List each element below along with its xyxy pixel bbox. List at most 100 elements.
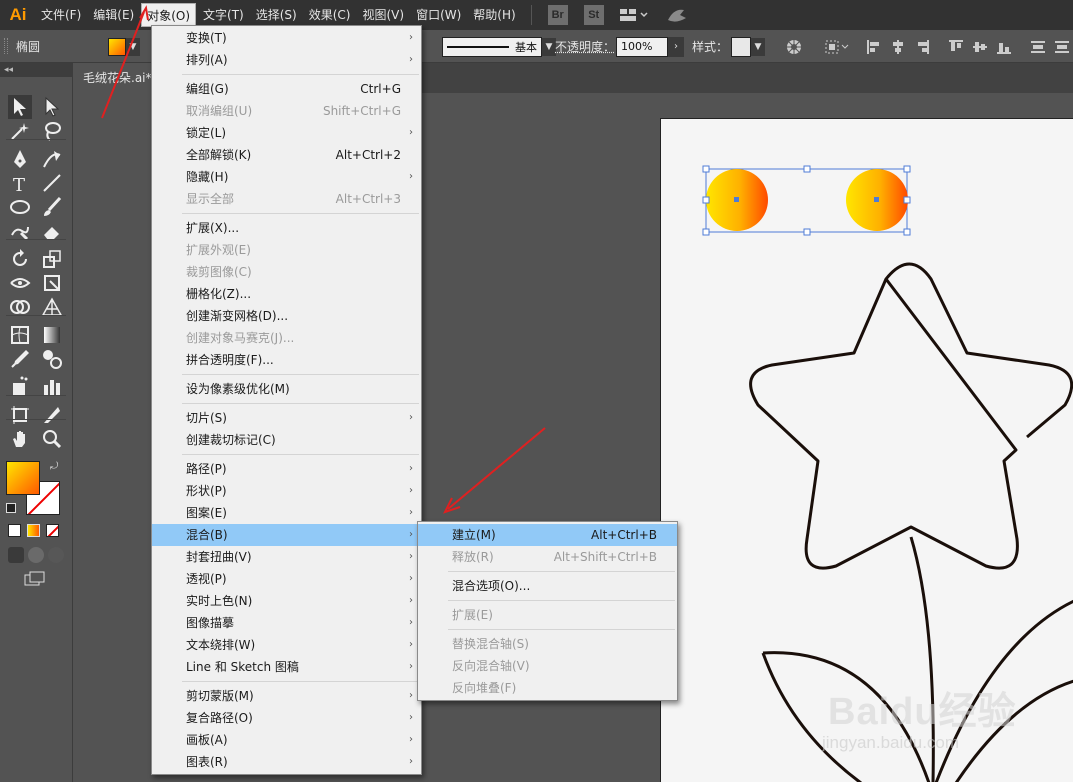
workspace-layout-icon[interactable] <box>619 8 650 22</box>
object-menu-item[interactable]: 复合路径(O) › <box>152 707 421 729</box>
object-menu-item[interactable]: 图表(R) › <box>152 751 421 773</box>
draw-behind-icon[interactable] <box>28 547 44 563</box>
object-menu-item[interactable]: 透视(P) › <box>152 568 421 590</box>
object-menu-item[interactable]: 实时上色(N) › <box>152 590 421 612</box>
menu-item-label: 反向堆叠(F) <box>452 681 517 695</box>
blend-menu-item[interactable]: 混合选项(O)... <box>418 575 677 597</box>
blend-tool-icon[interactable] <box>40 347 64 371</box>
menu-3[interactable]: 文字(T) <box>198 3 249 27</box>
opacity-field[interactable]: 100% › <box>616 30 684 63</box>
rotate-tool-icon[interactable] <box>8 247 32 271</box>
object-menu-item[interactable]: 文本绕排(W) › <box>152 634 421 656</box>
object-menu-item[interactable]: 变换(T) › <box>152 27 421 49</box>
mesh-tool-icon[interactable] <box>8 323 32 347</box>
object-menu-item[interactable]: 全部解锁(K) Alt+Ctrl+2 <box>152 144 421 166</box>
document-tab[interactable]: 毛绒花朵.ai* <box>73 63 163 93</box>
object-menu-item[interactable]: 排列(A) › <box>152 49 421 71</box>
align-right-icon[interactable] <box>914 39 930 55</box>
align-top-icon[interactable] <box>948 39 964 55</box>
graphic-style-dropdown[interactable]: ▼ <box>731 30 765 63</box>
object-menu-item[interactable]: 拼合透明度(F)... <box>152 349 421 371</box>
watermark-brand: Baidu经验 <box>828 691 1017 733</box>
artboard-tool-icon[interactable] <box>8 403 32 427</box>
stock-button[interactable]: St <box>583 5 604 25</box>
object-menu-item[interactable]: 图像描摹 › <box>152 612 421 634</box>
object-menu-item[interactable]: 图案(E) › <box>152 502 421 524</box>
chevron-right-icon[interactable]: › <box>668 36 684 57</box>
bridge-button[interactable]: Br <box>547 5 568 25</box>
object-menu-item[interactable]: 扩展(X)... <box>152 217 421 239</box>
menu-4[interactable]: 选择(S) <box>251 3 302 27</box>
draw-inside-icon[interactable] <box>48 547 64 563</box>
object-menu-item[interactable]: 创建渐变网格(D)... <box>152 305 421 327</box>
stroke-profile-dropdown[interactable]: 基本 ▼ <box>442 30 556 63</box>
submenu-arrow-icon: › <box>409 127 413 138</box>
chevron-down-icon[interactable]: ▼ <box>751 37 765 56</box>
chevron-down-icon[interactable]: ▼ <box>126 37 140 56</box>
recolor-icon[interactable] <box>786 30 802 63</box>
menu-item-label: 切片(S) <box>186 411 227 425</box>
distribute-top-icon[interactable] <box>1030 39 1046 55</box>
screen-mode-icon[interactable] <box>24 571 46 587</box>
fill-swatch[interactable]: ▼ <box>108 30 140 63</box>
align-bottom-icon[interactable] <box>996 39 1012 55</box>
free-transform-tool-icon[interactable] <box>40 271 64 295</box>
chevron-down-icon[interactable]: ▼ <box>542 37 556 56</box>
hand-tool-icon[interactable] <box>8 427 32 451</box>
align-hcenter-icon[interactable] <box>890 39 906 55</box>
eyedropper-tool-icon[interactable] <box>8 347 32 371</box>
object-menu-item[interactable]: 设为像素级优化(M) <box>152 378 421 400</box>
swap-arrows-icon[interactable]: ⤾ <box>50 461 58 472</box>
object-menu-item[interactable]: Line 和 Sketch 图稿 › <box>152 656 421 678</box>
object-menu-item[interactable]: 混合(B) › <box>152 524 421 546</box>
scale-tool-icon[interactable] <box>40 247 64 271</box>
selection-tool-icon[interactable] <box>8 95 32 119</box>
object-menu-item[interactable]: 创建裁切标记(C) <box>152 429 421 451</box>
menu-6[interactable]: 视图(V) <box>357 3 409 27</box>
none-mode-button[interactable] <box>46 524 59 537</box>
gpu-performance-icon[interactable] <box>666 6 688 24</box>
toolbar-collapse-strip[interactable]: ◂◂ <box>0 63 73 77</box>
slice-tool-icon[interactable] <box>40 403 64 427</box>
ellipse-tool-icon[interactable] <box>8 195 32 219</box>
object-menu-item[interactable]: 形状(P) › <box>152 480 421 502</box>
gradient-mode-button[interactable] <box>27 524 40 537</box>
gradient-tool-icon[interactable] <box>40 323 64 347</box>
menu-7[interactable]: 窗口(W) <box>411 3 466 27</box>
object-menu-item[interactable]: 封套扭曲(V) › <box>152 546 421 568</box>
align-vcenter-icon[interactable] <box>972 39 988 55</box>
direct-selection-tool-icon[interactable] <box>40 95 64 119</box>
align-left-icon[interactable] <box>866 39 882 55</box>
menu-5[interactable]: 效果(C) <box>304 3 356 27</box>
panel-grip[interactable] <box>4 38 8 54</box>
menu-1[interactable]: 编辑(E) <box>88 3 139 27</box>
color-mode-button[interactable] <box>8 524 21 537</box>
distribute-vcenter-icon[interactable] <box>1054 39 1070 55</box>
opacity-value[interactable]: 100% <box>616 36 668 57</box>
menu-8[interactable]: 帮助(H) <box>468 3 520 27</box>
align-to-selection-icon[interactable] <box>824 30 850 63</box>
object-menu-item[interactable]: 画板(A) › <box>152 729 421 751</box>
width-tool-icon[interactable] <box>8 271 32 295</box>
object-menu-item[interactable]: 路径(P) › <box>152 458 421 480</box>
pen-tool-icon[interactable] <box>8 147 32 171</box>
object-menu-item[interactable]: 栅格化(Z)... <box>152 283 421 305</box>
default-colors-icon[interactable] <box>6 503 16 513</box>
draw-normal-icon[interactable] <box>8 547 24 563</box>
line-tool-icon[interactable] <box>40 171 64 195</box>
paintbrush-tool-icon[interactable] <box>40 195 64 219</box>
object-menu-item[interactable]: 锁定(L) › <box>152 122 421 144</box>
menu-2[interactable]: 对象(O) <box>141 3 197 27</box>
object-menu-item[interactable]: 剪切蒙版(M) › <box>152 685 421 707</box>
curvature-tool-icon[interactable] <box>40 147 64 171</box>
object-menu-item[interactable]: 编组(G) Ctrl+G <box>152 78 421 100</box>
zoom-tool-icon[interactable] <box>40 427 64 451</box>
blend-menu-item[interactable]: 建立(M) Alt+Ctrl+B <box>418 524 677 546</box>
opacity-label[interactable]: 不透明度： <box>555 30 615 63</box>
object-menu-item[interactable]: 切片(S) › <box>152 407 421 429</box>
fill-swatch-tool[interactable] <box>6 461 40 495</box>
object-menu-item[interactable]: 隐藏(H) › <box>152 166 421 188</box>
type-tool-icon[interactable]: T <box>8 171 32 195</box>
fill-stroke-widget[interactable]: ⤾ <box>6 461 62 517</box>
menu-0[interactable]: 文件(F) <box>36 3 86 27</box>
